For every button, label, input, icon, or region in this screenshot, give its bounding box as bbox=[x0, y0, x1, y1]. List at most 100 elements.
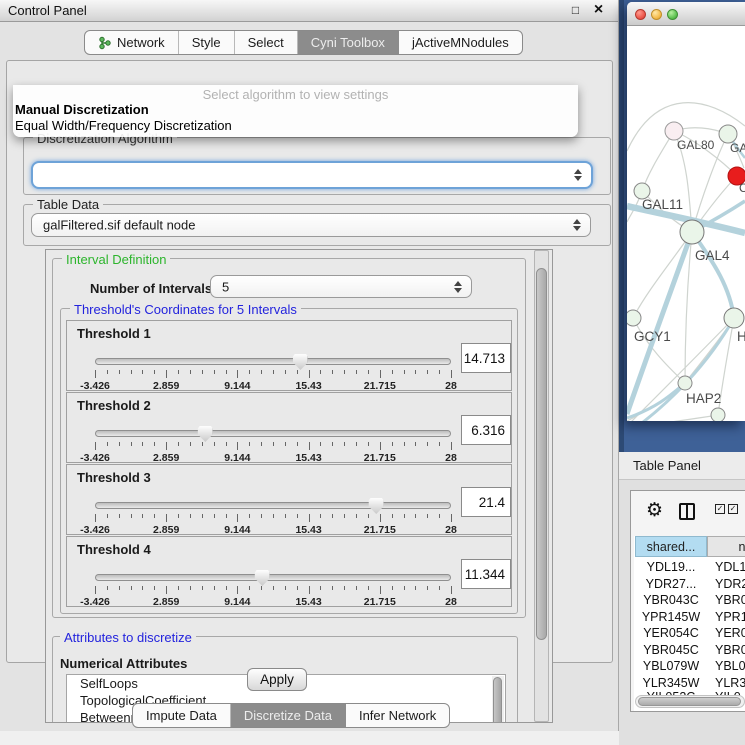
node-label-gal4: GAL4 bbox=[695, 248, 730, 263]
tick-mark bbox=[226, 442, 227, 446]
tick-label: 21.715 bbox=[364, 380, 396, 392]
tick-label: 15.43 bbox=[295, 596, 321, 608]
number-of-intervals-combobox[interactable]: 5 bbox=[210, 275, 472, 298]
tab-discretize-data[interactable]: Discretize Data bbox=[231, 704, 346, 727]
network-node-gal4[interactable] bbox=[680, 220, 704, 244]
tick-mark bbox=[95, 442, 96, 450]
tick-label: 2.859 bbox=[153, 380, 179, 392]
tick-mark bbox=[451, 586, 452, 594]
attributes-group-label: Attributes to discretize bbox=[60, 630, 196, 645]
table-panel-body: ⚙ ✓ ✓ shared... n YDL19...YDL1 YDR27...Y… bbox=[619, 480, 745, 745]
algorithm-combobox[interactable] bbox=[31, 161, 593, 189]
tab-jactivemnodules[interactable]: jActiveMNodules bbox=[399, 31, 522, 54]
threshold-coordinates-group-label: Threshold's Coordinates for 5 Intervals bbox=[70, 302, 301, 317]
column-header-shared-name[interactable]: shared... bbox=[635, 536, 707, 557]
combo-arrows-icon bbox=[453, 281, 462, 293]
tick-label: -3.426 bbox=[80, 596, 110, 608]
tick-mark bbox=[392, 370, 393, 374]
threshold-4-value-field[interactable] bbox=[461, 559, 511, 589]
tab-style[interactable]: Style bbox=[179, 31, 235, 54]
scrollbar-thumb[interactable] bbox=[638, 697, 741, 706]
table-row[interactable]: YDR27...YDR2 bbox=[635, 576, 745, 593]
settings-vertical-scrollbar[interactable] bbox=[534, 250, 549, 722]
table-row[interactable]: YBR045CYBR0 bbox=[635, 642, 745, 659]
tick-mark bbox=[344, 514, 345, 518]
threshold-2-value-field[interactable] bbox=[461, 415, 511, 445]
tick-mark bbox=[415, 370, 416, 374]
network-node-hap2[interactable] bbox=[678, 376, 692, 390]
slider-handle[interactable] bbox=[255, 570, 270, 586]
tick-label: -3.426 bbox=[80, 524, 110, 536]
tab-network[interactable]: Network bbox=[85, 31, 179, 54]
table-horizontal-scrollbar[interactable] bbox=[635, 695, 745, 708]
column-header-name[interactable]: n bbox=[707, 536, 745, 557]
tick-mark bbox=[392, 514, 393, 518]
select-columns-icon[interactable]: ✓ ✓ bbox=[715, 504, 738, 514]
network-edge-thick bbox=[692, 232, 734, 318]
float-window-icon[interactable]: □ bbox=[569, 4, 582, 17]
network-node-h[interactable] bbox=[724, 308, 744, 328]
network-node-partial-bottom[interactable] bbox=[711, 408, 725, 421]
control-panel-window: Control Panel □ × Network Style Select C… bbox=[0, 0, 619, 731]
network-canvas[interactable]: GAL80 GA C GAL11 GAL4 GCY1 H HAP2 bbox=[627, 26, 745, 421]
slider-handle[interactable] bbox=[293, 354, 308, 370]
tab-select[interactable]: Select bbox=[235, 31, 298, 54]
table-row[interactable]: YDL19...YDL1 bbox=[635, 559, 745, 576]
scrollbar-thumb[interactable] bbox=[536, 268, 547, 640]
list-scrollbar[interactable] bbox=[492, 676, 504, 723]
cell: YDR27... bbox=[635, 576, 707, 592]
scrollbar-thumb[interactable] bbox=[493, 677, 502, 723]
close-icon[interactable]: × bbox=[591, 2, 606, 18]
popup-hint-item[interactable]: Select algorithm to view settings bbox=[13, 85, 578, 102]
zoom-traffic-light-icon[interactable] bbox=[667, 9, 678, 20]
slider-track[interactable] bbox=[95, 358, 451, 365]
gear-icon[interactable]: ⚙ bbox=[646, 499, 663, 522]
tick-label: -3.426 bbox=[80, 380, 110, 392]
slider-track[interactable] bbox=[95, 430, 451, 437]
tab-cyni-toolbox[interactable]: Cyni Toolbox bbox=[298, 31, 399, 54]
tick-mark bbox=[178, 514, 179, 518]
tick-mark bbox=[190, 514, 191, 518]
threshold-3-value-field[interactable] bbox=[461, 487, 511, 517]
cell: YBR045C bbox=[635, 642, 707, 658]
slider-track[interactable] bbox=[95, 574, 451, 581]
table-row[interactable]: YER054CYER0 bbox=[635, 625, 745, 642]
threshold-1-slider[interactable]: -3.4262.8599.14415.4321.71528 bbox=[95, 353, 451, 391]
network-node-gcy1[interactable] bbox=[627, 310, 641, 326]
threshold-2-slider[interactable]: -3.4262.8599.14415.4321.71528 bbox=[95, 425, 451, 463]
tab-impute-data[interactable]: Impute Data bbox=[133, 704, 231, 727]
threshold-3-slider[interactable]: -3.4262.8599.14415.4321.71528 bbox=[95, 497, 451, 535]
minimize-traffic-light-icon[interactable] bbox=[651, 9, 662, 20]
cell: YBL0 bbox=[715, 658, 745, 674]
slider-tick-labels: -3.4262.8599.14415.4321.71528 bbox=[95, 596, 451, 607]
cell: YDL19... bbox=[635, 559, 707, 575]
table-row[interactable]: YPR145WYPR1 bbox=[635, 609, 745, 626]
popup-item-manual-discretization[interactable]: Manual Discretization bbox=[13, 102, 578, 118]
table-row[interactable]: YBL079WYBL0 bbox=[635, 658, 745, 675]
tick-mark bbox=[237, 370, 238, 378]
tick-mark bbox=[273, 586, 274, 590]
tick-mark bbox=[427, 586, 428, 590]
close-traffic-light-icon[interactable] bbox=[635, 9, 646, 20]
table-row[interactable]: YBR043CYBR0 bbox=[635, 592, 745, 609]
threshold-1-value-field[interactable] bbox=[461, 343, 511, 373]
tick-label: 21.715 bbox=[364, 452, 396, 464]
slider-track[interactable] bbox=[95, 502, 451, 509]
tick-mark bbox=[415, 586, 416, 590]
tab-infer-network[interactable]: Infer Network bbox=[346, 704, 449, 727]
tick-mark bbox=[226, 514, 227, 518]
tick-mark bbox=[356, 442, 357, 446]
tick-mark bbox=[285, 370, 286, 374]
column-layout-icon[interactable] bbox=[679, 503, 695, 520]
checkbox-icon: ✓ bbox=[715, 504, 725, 514]
apply-button[interactable]: Apply bbox=[247, 668, 307, 691]
slider-handle[interactable] bbox=[369, 498, 384, 514]
window-title: Control Panel bbox=[8, 3, 87, 18]
threshold-4-slider[interactable]: -3.4262.8599.14415.4321.71528 bbox=[95, 569, 451, 607]
popup-item-equal-width-frequency[interactable]: Equal Width/Frequency Discretization bbox=[13, 118, 578, 134]
tab-style-label: Style bbox=[192, 31, 221, 54]
slider-handle[interactable] bbox=[198, 426, 213, 442]
network-edge bbox=[627, 415, 718, 421]
table-data-combobox[interactable]: galFiltered.sif default node bbox=[31, 213, 591, 237]
cell: YER054C bbox=[635, 625, 707, 641]
